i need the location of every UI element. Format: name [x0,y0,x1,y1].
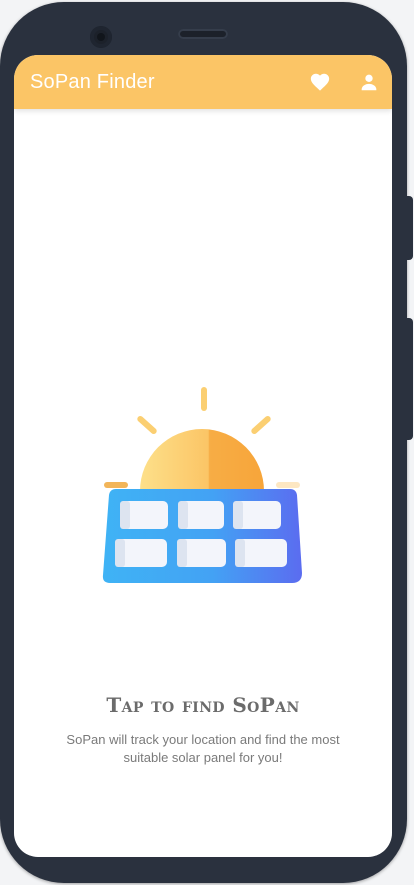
sun-ray [276,482,300,488]
heart-icon[interactable] [309,71,331,93]
solar-cell-shade [177,539,187,567]
front-camera [90,26,112,48]
solar-cell-shade [115,539,125,567]
sun-ray [251,415,271,435]
power-button [405,318,413,440]
sun-ray [137,415,157,435]
app-screen: SoPan Finder Tap to find SoPan SoPan wil… [14,55,392,857]
sun-shape [140,429,264,491]
app-bar: SoPan Finder [14,55,392,109]
sun-ray [201,387,207,411]
solar-panel-icon[interactable] [98,387,308,587]
earpiece-speaker [178,29,228,39]
solar-cell-shade [233,501,243,529]
volume-button [405,196,413,260]
device-frame: SoPan Finder Tap to find SoPan SoPan wil… [0,0,414,885]
main-content: Tap to find SoPan SoPan will track your … [14,109,392,857]
app-title: SoPan Finder [30,71,155,93]
sun-ray [104,482,128,488]
solar-cell-shade [178,501,188,529]
solar-cell-shade [120,501,130,529]
find-description: SoPan will track your location and find … [66,732,340,765]
find-headline[interactable]: Tap to find SoPan [14,693,392,717]
solar-cell-shade [235,539,245,567]
person-icon[interactable] [358,71,380,93]
